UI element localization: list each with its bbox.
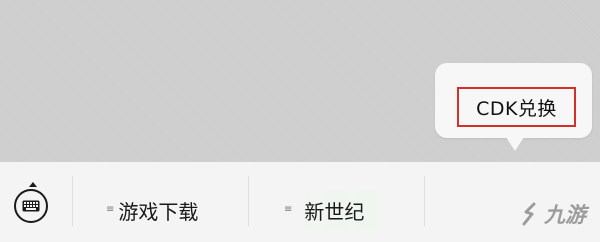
divider [248, 176, 249, 226]
arrow-up-icon [29, 182, 37, 187]
menu-item-new-century[interactable]: ≡ 新世纪 [284, 190, 379, 230]
popup-tail [506, 137, 524, 151]
menu-item-game-download[interactable]: ≡ 游戏下载 [106, 190, 198, 230]
menu-lines-icon: ≡ [106, 204, 115, 215]
menu-item-label: 游戏下载 [118, 199, 199, 224]
divider [424, 176, 425, 226]
divider [72, 176, 73, 226]
watermark-text: 九游 [544, 203, 586, 227]
keyboard-icon [14, 189, 48, 223]
cdk-redeem-button[interactable]: CDK兑换 [457, 87, 576, 127]
menu-lines-icon: ≡ [284, 204, 293, 215]
keyboard-toggle-button[interactable] [14, 182, 52, 225]
watermark-logo: 九游 [520, 194, 598, 234]
menu-item-label: 新世纪 [304, 199, 365, 224]
logo-icon [522, 202, 536, 226]
